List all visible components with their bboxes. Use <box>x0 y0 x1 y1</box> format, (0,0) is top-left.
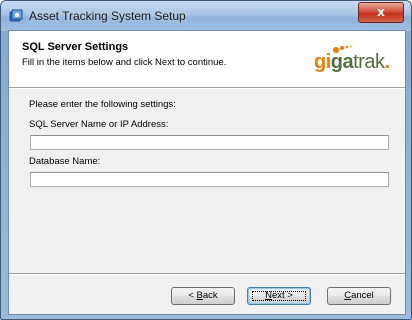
gigatrak-logo: gigatrak. <box>314 44 394 76</box>
back-button[interactable]: < Back <box>171 287 235 305</box>
logo-wordmark: gigatrak. <box>314 51 390 73</box>
database-name-label: Database Name: <box>29 156 101 167</box>
wizard-header: SQL Server Settings Fill in the items be… <box>9 31 405 87</box>
window-title: Asset Tracking System Setup <box>29 9 186 23</box>
instruction-text: Please enter the following settings: <box>29 99 176 110</box>
next-button[interactable]: Next > <box>247 287 311 305</box>
setup-app-icon <box>9 9 23 22</box>
page-subtitle: Fill in the items below and click Next t… <box>22 57 227 68</box>
setup-window: Asset Tracking System Setup x SQL Server… <box>0 0 412 320</box>
footer-divider <box>9 273 405 275</box>
title-bar[interactable]: Asset Tracking System Setup x <box>1 1 411 31</box>
cancel-button[interactable]: Cancel <box>327 287 391 305</box>
server-name-label: SQL Server Name or IP Address: <box>29 119 169 130</box>
dialog-client-area: SQL Server Settings Fill in the items be… <box>8 30 406 315</box>
close-button[interactable]: x <box>358 2 404 23</box>
database-name-input[interactable] <box>30 172 389 187</box>
focus-rect <box>252 291 306 301</box>
header-divider <box>9 87 405 89</box>
page-title: SQL Server Settings <box>22 41 129 53</box>
close-icon: x <box>377 5 385 19</box>
server-name-input[interactable] <box>30 135 389 150</box>
